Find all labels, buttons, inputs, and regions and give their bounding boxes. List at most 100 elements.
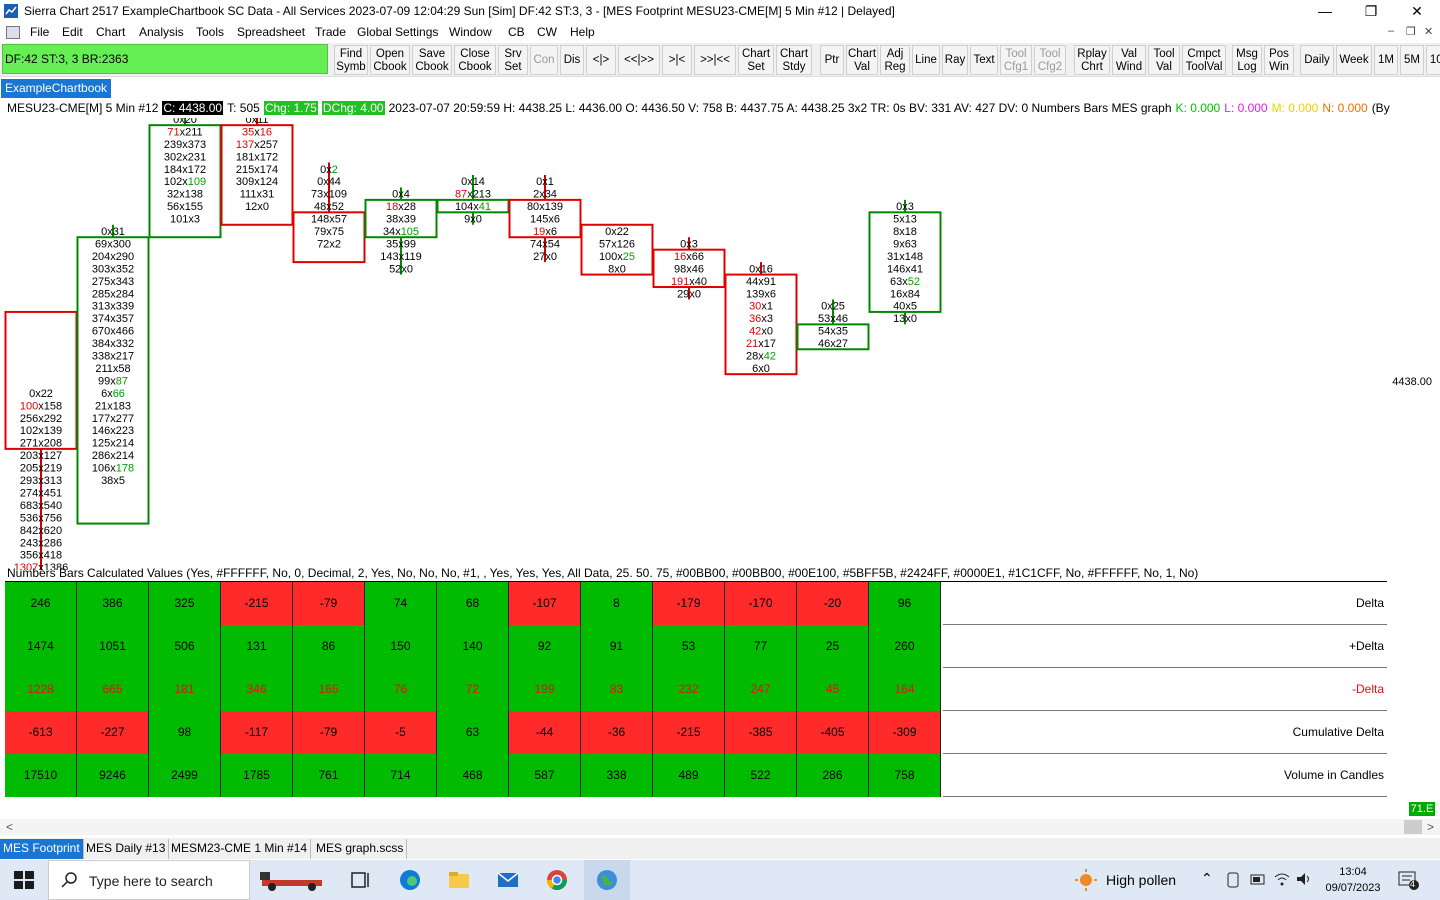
scroll-right-icon[interactable]: > bbox=[1427, 820, 1434, 834]
toolbar-button-open-cbook[interactable]: Open Cbook bbox=[370, 45, 410, 75]
toolbar-button-val-wind[interactable]: Val Wind bbox=[1112, 45, 1146, 75]
toolbar-button-nav[interactable]: >>|<< bbox=[694, 45, 736, 75]
toolbar-button-msg-log[interactable]: Msg Log bbox=[1232, 45, 1262, 75]
sierra-chart-taskbar-button[interactable] bbox=[584, 860, 630, 900]
toolbar-button-adj-reg[interactable]: Adj Reg bbox=[880, 45, 910, 75]
minimize-button[interactable]: — bbox=[1302, 0, 1348, 23]
toolbar-button-text[interactable]: Text bbox=[970, 45, 998, 75]
toolbar-button-label: Tool bbox=[1005, 48, 1027, 60]
menu-help[interactable]: Help bbox=[570, 25, 595, 39]
toolbar-button-1m[interactable]: 1M bbox=[1374, 45, 1398, 75]
footprint-cell: 0x3 bbox=[680, 238, 698, 250]
study-cell: 131 bbox=[221, 625, 293, 668]
toolbar-button-nav[interactable]: >|< bbox=[662, 45, 692, 75]
menu-global-settings[interactable]: Global Settings bbox=[357, 25, 438, 39]
price-scale-label: 4438.00 bbox=[1392, 376, 1432, 388]
toolbar-button-close-cbook[interactable]: Close Cbook bbox=[454, 45, 496, 75]
toolbar-button-label: Srv bbox=[504, 48, 522, 60]
taskbar-clock[interactable]: 13:04 09/07/2023 bbox=[1320, 864, 1386, 896]
device-icon[interactable] bbox=[1226, 872, 1240, 888]
toolbar-button-line[interactable]: Line bbox=[912, 45, 940, 75]
menu-trade[interactable]: Trade bbox=[315, 25, 346, 39]
toolbar-button-chart-val[interactable]: Chart Val bbox=[846, 45, 878, 75]
menu-edit[interactable]: Edit bbox=[62, 25, 83, 39]
toolbar-button-nav[interactable]: <|> bbox=[586, 45, 616, 75]
study-row-delta: 246 386 325 -215 -79 74 68 -107 8 -179 -170 -20 96 De… bbox=[5, 582, 1387, 625]
maximize-button[interactable]: ❐ bbox=[1348, 0, 1394, 23]
menu-window[interactable]: Window bbox=[449, 25, 492, 39]
footprint-cell: 309x124 bbox=[236, 176, 278, 188]
toolbar-button-dis[interactable]: Dis bbox=[560, 45, 584, 75]
toolbar-button-label: Cmpct bbox=[1187, 48, 1221, 60]
footprint-cell: 137x257 bbox=[236, 139, 278, 151]
menu-chart[interactable]: Chart bbox=[96, 25, 125, 39]
mdi-minimize-button[interactable]: – bbox=[1388, 25, 1394, 37]
chevron-up-icon[interactable]: ⌃ bbox=[1201, 870, 1213, 887]
windows-start-icon[interactable] bbox=[12, 868, 36, 892]
toolbar-button-rplay-chrt[interactable]: Rplay Chrt bbox=[1074, 45, 1110, 75]
toolbar-button-find-symb[interactable]: Find Symb bbox=[334, 45, 368, 75]
toolbar-button-save-cbook[interactable]: Save Cbook bbox=[412, 45, 452, 75]
tab-mes-daily[interactable]: MES Daily #13 bbox=[83, 839, 170, 859]
menu-tools[interactable]: Tools bbox=[196, 25, 224, 39]
clock-date: 09/07/2023 bbox=[1325, 882, 1381, 894]
footprint-cell: 63x52 bbox=[890, 276, 920, 288]
mail-icon[interactable] bbox=[496, 868, 520, 892]
toolbar-button-chart-set[interactable]: Chart Set bbox=[738, 45, 774, 75]
menu-cb[interactable]: CB bbox=[508, 25, 525, 39]
toolbar-button-10m[interactable]: 10M bbox=[1426, 45, 1440, 75]
footprint-chart[interactable]: 0x22 100x158 256x292 102x139 271x208 203x127 2… bbox=[0, 118, 1440, 570]
toolbar-button-daily[interactable]: Daily bbox=[1300, 45, 1334, 75]
study-cell: 83 bbox=[581, 668, 653, 711]
close-button[interactable]: ✕ bbox=[1394, 0, 1440, 23]
toolbar-button-label: >>|<< bbox=[700, 54, 730, 66]
chartbook-tab[interactable]: ExampleChartbook bbox=[1, 79, 112, 98]
footprint-cell: 0x3 bbox=[896, 201, 914, 213]
toolbar-button-5m[interactable]: 5M bbox=[1400, 45, 1424, 75]
battery-icon[interactable] bbox=[1250, 873, 1266, 886]
notifications-icon[interactable] bbox=[1398, 870, 1420, 890]
toolbar-button-ptr[interactable]: Ptr bbox=[820, 45, 844, 75]
toolbar-button-tool-val[interactable]: Tool Val bbox=[1148, 45, 1180, 75]
scroll-left-icon[interactable]: < bbox=[6, 820, 13, 834]
weather-text[interactable]: High pollen bbox=[1106, 872, 1176, 888]
toolbar-button-ray[interactable]: Ray bbox=[942, 45, 968, 75]
toolbar-button-cmpct-toolval[interactable]: Cmpct ToolVal bbox=[1182, 45, 1226, 75]
toolbar-button-chart-stdy[interactable]: Chart Stdy bbox=[776, 45, 812, 75]
speaker-icon[interactable] bbox=[1296, 872, 1312, 886]
horizontal-scrollbar[interactable]: < > bbox=[0, 819, 1440, 835]
toolbar-button-tool-cfg1[interactable]: Tool Cfg1 bbox=[1000, 45, 1032, 75]
toolbar-button-tool-cfg2[interactable]: Tool Cfg2 bbox=[1034, 45, 1066, 75]
toolbar-button-week[interactable]: Week bbox=[1336, 45, 1372, 75]
mdi-restore-button[interactable]: ❐ bbox=[1406, 25, 1416, 38]
toolbar-button-label: Daily bbox=[1304, 54, 1330, 66]
toolbar-button-con[interactable]: Con bbox=[530, 45, 558, 75]
menu-file[interactable]: File bbox=[30, 25, 49, 39]
chart-window-icon[interactable] bbox=[6, 26, 20, 39]
weather-sun-icon[interactable] bbox=[1074, 868, 1098, 892]
tab-mes-graph[interactable]: MES graph.scss bbox=[313, 839, 408, 859]
toolbar-button-srv-set[interactable]: Srv Set bbox=[498, 45, 528, 75]
file-explorer-icon[interactable] bbox=[447, 868, 471, 892]
menu-analysis[interactable]: Analysis bbox=[139, 25, 184, 39]
mdi-close-button[interactable]: ✕ bbox=[1424, 25, 1433, 38]
tab-mes-footprint[interactable]: MES Footprint bbox=[0, 839, 84, 859]
toolbar-button-nav[interactable]: <<|>> bbox=[618, 45, 660, 75]
footprint-cell: 16x66 bbox=[674, 251, 704, 263]
scroll-thumb[interactable] bbox=[1404, 820, 1422, 834]
menu-cw[interactable]: CW bbox=[537, 25, 557, 39]
study-cell: 199 bbox=[509, 668, 581, 711]
study-cell: 587 bbox=[509, 754, 581, 797]
footprint-chart-svg[interactable]: 0x22100x158256x292102x139271x208203x1272… bbox=[0, 118, 1390, 570]
chrome-browser-icon[interactable] bbox=[545, 868, 569, 892]
edge-browser-icon[interactable] bbox=[398, 868, 422, 892]
footprint-cell: 100x158 bbox=[20, 400, 62, 412]
race-car-search-icon[interactable] bbox=[258, 868, 330, 892]
wifi-icon[interactable] bbox=[1274, 872, 1290, 886]
task-view-icon[interactable] bbox=[348, 868, 372, 892]
toolbar-button-pos-win[interactable]: Pos Win bbox=[1264, 45, 1294, 75]
taskbar-search-box[interactable]: Type here to search bbox=[48, 860, 250, 900]
tab-mesm23-1min[interactable]: MESM23-CME 1 Min #14 bbox=[168, 839, 312, 859]
footprint-cell: 8x0 bbox=[608, 263, 626, 275]
menu-spreadsheet[interactable]: Spreadsheet bbox=[237, 25, 305, 39]
